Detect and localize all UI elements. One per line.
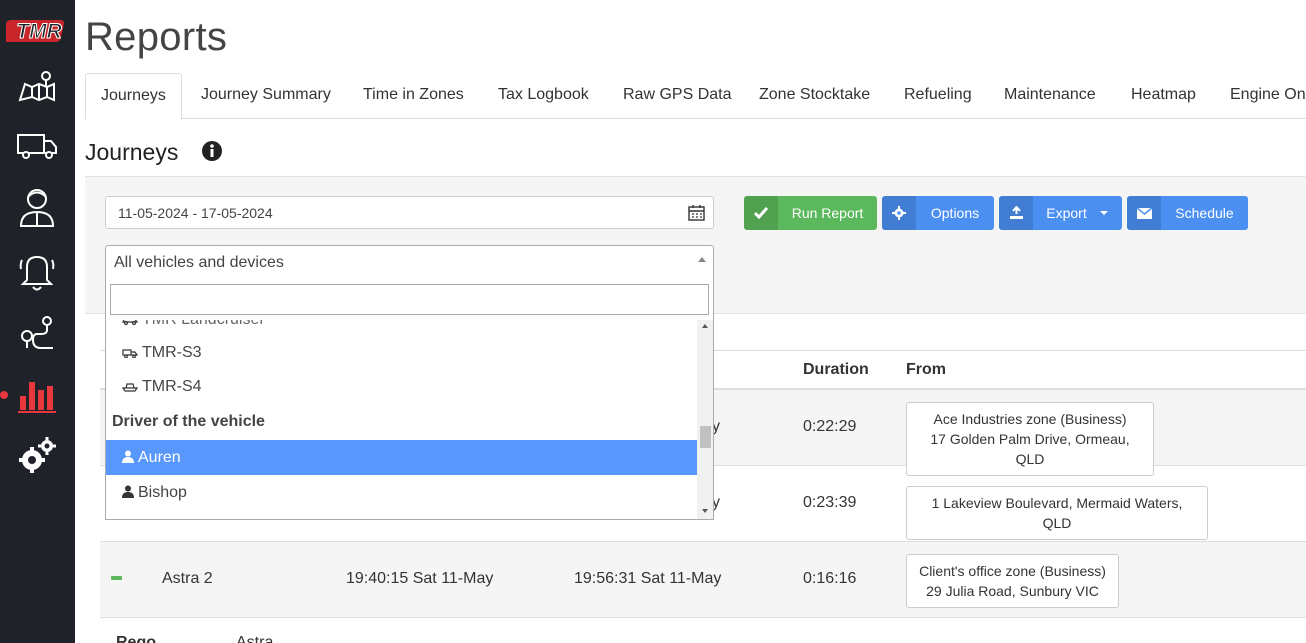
start-time: 19:40:15 Sat 11-May: [346, 570, 494, 587]
tab-time-in-zones[interactable]: Time in Zones: [348, 73, 479, 119]
run-report-button[interactable]: Run Report: [744, 196, 877, 230]
bar-chart-icon: [18, 382, 56, 413]
active-indicator: [0, 391, 8, 399]
scroll-up-arrow-icon[interactable]: [702, 324, 708, 328]
date-range-input[interactable]: 11-05-2024 - 17-05-2024: [105, 196, 714, 229]
tab-raw-gps-data[interactable]: Raw GPS Data: [608, 73, 746, 119]
driver-icon: [19, 189, 55, 227]
list-item[interactable]: TMR-S3: [106, 335, 697, 370]
from-street: 17 Golden Palm Drive, Ormeau, QLD: [930, 431, 1130, 467]
envelope-icon: [1127, 196, 1161, 230]
user-icon: [122, 485, 134, 498]
duration: 0:22:29: [803, 418, 857, 435]
rego-value: Astra: [236, 634, 274, 643]
group-label: Driver of the vehicle: [112, 413, 265, 430]
svg-text:TMR: TMR: [16, 20, 62, 43]
vehicle-name: Astra 2: [162, 570, 213, 587]
nav-routes[interactable]: [12, 309, 62, 355]
list-item[interactable]: Bishop: [106, 475, 697, 510]
dropdown-scrollbar[interactable]: [697, 320, 713, 519]
vehicle-dropdown: TMR Landcruiser TMR-S3 TMR-S4 Driver of …: [105, 278, 714, 520]
caret-down-icon: [1100, 211, 1108, 215]
section-title: Journeys: [85, 139, 179, 165]
from-zone: Ace Industries zone (Business): [933, 411, 1127, 427]
list-item-label: Auren: [138, 449, 181, 466]
calendar-icon[interactable]: [688, 204, 705, 221]
check-icon: [744, 196, 778, 230]
schedule-label: Schedule: [1175, 205, 1234, 221]
nav-alerts[interactable]: [12, 248, 62, 294]
truck-icon: [17, 134, 57, 159]
duration: 0:23:39: [803, 494, 857, 511]
tab-refueling[interactable]: Refueling: [889, 73, 987, 119]
bell-icon: [19, 255, 55, 291]
options-label: Options: [930, 205, 980, 221]
export-button[interactable]: Export: [999, 196, 1122, 230]
tab-tax-logbook[interactable]: Tax Logbook: [483, 73, 604, 119]
sidebar: TMR: [0, 0, 75, 643]
run-report-label: Run Report: [791, 205, 864, 221]
tab-journeys[interactable]: Journeys: [85, 73, 182, 120]
main-content: Reports Journeys Journey Summary Time in…: [75, 0, 1306, 643]
nav-reports[interactable]: [12, 371, 62, 417]
vehicle-select[interactable]: All vehicles and devices: [105, 245, 714, 279]
route-icon: [21, 316, 53, 349]
user-icon: [122, 450, 134, 463]
from-address[interactable]: Ace Industries zone (Business) 17 Golden…: [906, 402, 1154, 476]
list-item-label: TMR-S3: [142, 344, 202, 361]
tab-zone-stocktake[interactable]: Zone Stocktake: [744, 73, 885, 119]
from-street: 1 Lakeview Boulevard, Mermaid Waters, QL…: [931, 495, 1183, 531]
tab-heatmap[interactable]: Heatmap: [1116, 73, 1211, 119]
boat-icon: [122, 383, 138, 392]
list-item-label: TMR Landcruiser: [142, 320, 265, 328]
export-label: Export: [1046, 205, 1087, 221]
export-icon: [999, 196, 1033, 230]
list-item[interactable]: Auren: [106, 440, 697, 475]
header-from[interactable]: From: [906, 361, 946, 379]
tab-maintenance[interactable]: Maintenance: [989, 73, 1111, 119]
report-tabs: Journeys Journey Summary Time in Zones T…: [85, 73, 1306, 120]
tmr-logo[interactable]: TMR: [6, 14, 68, 46]
map-icon: [18, 71, 55, 102]
nav-vehicles[interactable]: [12, 123, 62, 169]
header-duration[interactable]: Duration: [803, 361, 869, 379]
from-street: 29 Julia Road, Sunbury VIC: [926, 583, 1099, 599]
rego-label: Rego: [116, 634, 156, 643]
list-item-label: Bishop: [138, 484, 187, 501]
options-button[interactable]: Options: [882, 196, 994, 230]
list-item[interactable]: TMR-S4: [106, 369, 697, 404]
schedule-button[interactable]: Schedule: [1127, 196, 1248, 230]
gears-icon: [19, 437, 56, 473]
from-zone: Client's office zone (Business): [919, 563, 1106, 579]
nav-settings[interactable]: [12, 433, 62, 479]
from-address[interactable]: Client's office zone (Business) 29 Julia…: [906, 554, 1119, 608]
truck-icon: [122, 349, 138, 358]
nav-drivers[interactable]: [12, 184, 62, 230]
table-row[interactable]: Astra 2 19:40:15 Sat 11-May 19:56:31 Sat…: [100, 542, 1306, 618]
from-address[interactable]: 1 Lakeview Boulevard, Mermaid Waters, QL…: [906, 486, 1208, 540]
scrollbar-thumb[interactable]: [700, 426, 711, 448]
end-time: 19:56:31 Sat 11-May: [574, 570, 722, 587]
page-title: Reports: [85, 15, 228, 59]
dropdown-list: TMR Landcruiser TMR-S3 TMR-S4 Driver of …: [106, 320, 697, 519]
dropdown-search-input[interactable]: [110, 284, 709, 315]
tab-journey-summary[interactable]: Journey Summary: [186, 73, 346, 119]
info-icon[interactable]: [201, 140, 223, 162]
tab-engine-on[interactable]: Engine On/: [1215, 73, 1306, 119]
car-icon: [122, 320, 138, 325]
list-item-label: TMR-S4: [142, 378, 202, 395]
nav-map[interactable]: [12, 63, 62, 109]
duration: 0:16:16: [803, 570, 857, 587]
scroll-down-arrow-icon[interactable]: [702, 509, 708, 513]
status-indicator: [111, 576, 122, 580]
gear-icon: [882, 196, 916, 230]
caret-up-icon: [698, 257, 706, 262]
